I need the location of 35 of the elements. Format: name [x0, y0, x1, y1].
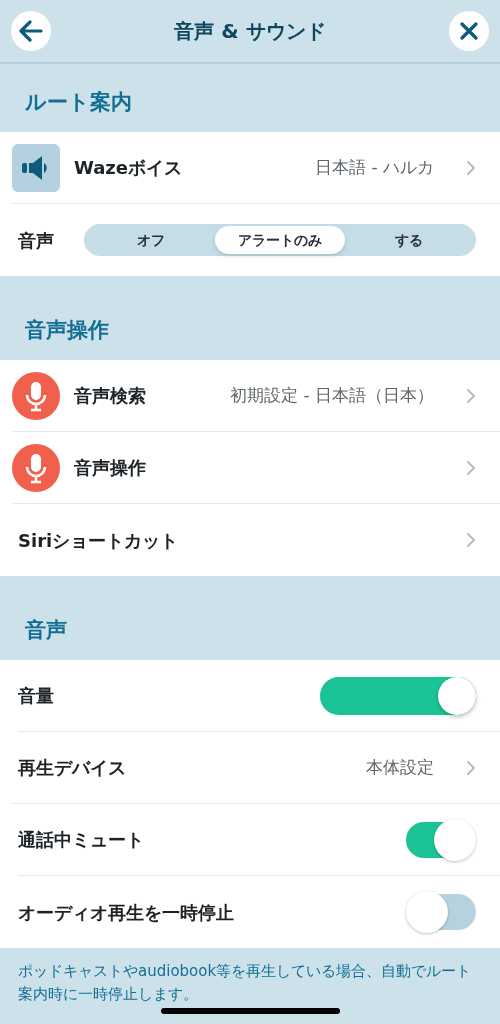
section-heading: 音声 [25, 616, 67, 644]
toggle-switch[interactable] [406, 891, 476, 933]
row-value: 初期設定 - 日本語（日本） [230, 383, 434, 407]
row-label: 音声 [18, 228, 54, 253]
back-button[interactable] [11, 11, 51, 51]
toggle-switch[interactable] [406, 818, 476, 861]
screen-title: 音声 & サウンド [174, 18, 326, 45]
close-icon [459, 21, 479, 41]
speaker-icon [12, 143, 60, 192]
row-label: オーディオ再生を一時停止 [18, 900, 234, 925]
row-value: 本体設定 [366, 755, 434, 779]
chevron-icon [466, 159, 476, 176]
microphone-icon [12, 443, 60, 492]
row-label: 音声操作 [74, 456, 146, 480]
section-heading: 音声操作 [25, 316, 109, 344]
row-value: 日本語 - ハルカ [315, 155, 434, 179]
chevron-icon [466, 759, 476, 776]
footer-note: ポッドキャストやaudiobook等を再生している場合、自動でルート案内時に一時停止します。 [17, 961, 473, 1005]
row-label: Wazeボイス [74, 156, 183, 180]
section-heading: ルート案内 [25, 88, 132, 116]
row-label: 音量 [18, 684, 54, 708]
back-arrow-icon [19, 20, 43, 42]
segment-option[interactable]: アラートのみ [215, 226, 345, 254]
chevron-icon [466, 459, 476, 476]
chevron-icon [466, 532, 476, 548]
row-label: 通話中ミュート [18, 828, 144, 852]
close-button[interactable] [449, 11, 489, 51]
chevron-icon [466, 387, 476, 404]
slider-thumb[interactable] [438, 676, 476, 715]
segment-option[interactable]: オフ [86, 226, 216, 254]
microphone-icon [12, 371, 60, 420]
row-label: 音声検索 [74, 384, 146, 408]
row-label: 再生デバイス [18, 756, 126, 780]
row-label: Siriショートカット [18, 528, 179, 553]
segment-option[interactable]: する [344, 226, 474, 254]
